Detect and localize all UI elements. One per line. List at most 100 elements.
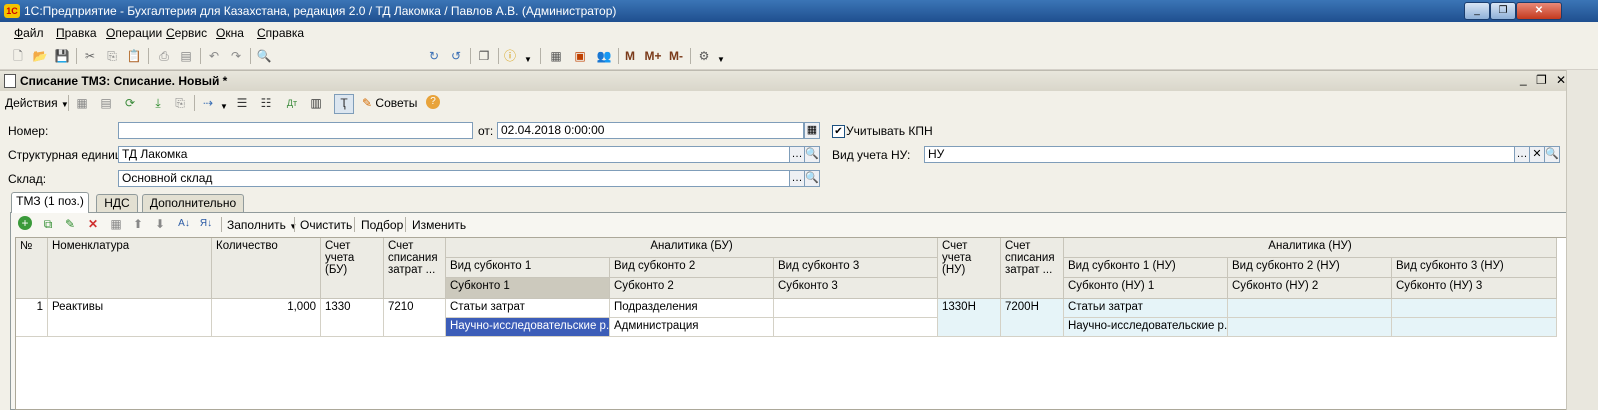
copy-doc-icon[interactable]: ⎘ (172, 95, 188, 111)
warehouse-select-button[interactable]: … (789, 170, 805, 187)
col-header-writeoff-bu[interactable]: Счет списания затрат ... (384, 238, 446, 299)
preview-icon[interactable]: ▤ (178, 48, 194, 64)
cell-subkonto-kind-nu-3[interactable] (1392, 299, 1557, 318)
col-header-analytics-bu[interactable]: Аналитика (БУ) (446, 238, 938, 258)
delete-row-icon[interactable]: ✕ (85, 216, 101, 232)
memory-minus-button[interactable]: M- (666, 48, 686, 64)
post-close-icon[interactable]: ▦ (74, 95, 90, 111)
tab-additional[interactable]: Дополнительно (142, 194, 244, 212)
cell-nomenclature[interactable]: Реактивы (48, 299, 212, 337)
cut-icon[interactable]: ✂ (82, 48, 98, 64)
info-icon[interactable]: ⓘ (502, 48, 518, 64)
col-header-subkonto-kind-nu-3[interactable]: Вид субконто 3 (НУ) (1392, 258, 1557, 278)
users-icon[interactable]: 👥 (596, 48, 612, 64)
cell-subkonto-kind-1[interactable]: Статьи затрат (446, 299, 610, 318)
menu-help[interactable]: Справка (257, 26, 304, 40)
edit-row-icon[interactable]: ✎ (62, 216, 78, 232)
tab-nds[interactable]: НДС (96, 194, 138, 212)
chevron-down-icon[interactable]: ▼ (216, 99, 232, 115)
col-header-nomenclature[interactable]: Номенклатура (48, 238, 212, 299)
cell-subkonto-2[interactable]: Администрация (610, 318, 774, 337)
col-header-subkonto-kind-nu-1[interactable]: Вид субконто 1 (НУ) (1064, 258, 1228, 278)
menu-operations[interactable]: Операции (106, 26, 162, 40)
tab-tmz[interactable]: ТМЗ (1 поз.) (11, 192, 89, 213)
col-header-subkonto-nu-1[interactable]: Субконто (НУ) 1 (1064, 278, 1228, 299)
unit-select-button[interactable]: … (789, 146, 805, 163)
search-prev-icon[interactable]: ↺ (448, 48, 464, 64)
save-icon[interactable]: 💾 (54, 48, 70, 64)
undo-icon[interactable]: ↶ (206, 48, 222, 64)
col-header-account-nu[interactable]: Счет учета (НУ) (938, 238, 1001, 299)
cell-subkonto-kind-2[interactable]: Подразделения (610, 299, 774, 318)
col-header-writeoff-nu[interactable]: Счет списания затрат ... (1001, 238, 1064, 299)
move-up-icon[interactable]: ⬆ (130, 216, 146, 232)
go-to-icon[interactable]: ⇢ (200, 95, 216, 111)
col-header-quantity[interactable]: Количество (212, 238, 321, 299)
calendar-button[interactable]: ▦ (804, 122, 820, 139)
redo-icon[interactable]: ↷ (228, 48, 244, 64)
col-header-subkonto-nu-3[interactable]: Субконто (НУ) 3 (1392, 278, 1557, 299)
settings-icon[interactable]: ⚙ (696, 48, 712, 64)
unit-search-icon[interactable]: 🔍 (804, 146, 820, 163)
col-header-num[interactable]: № (16, 238, 48, 299)
cell-subkonto-nu-3[interactable] (1392, 318, 1557, 337)
actions-menu-button[interactable]: Действия ▼ (5, 96, 69, 110)
clear-button[interactable]: Очистить (300, 218, 352, 232)
change-button[interactable]: Изменить (412, 218, 466, 232)
col-header-subkonto-kind-nu-2[interactable]: Вид субконто 2 (НУ) (1228, 258, 1392, 278)
warehouse-input[interactable]: Основной склад (118, 170, 790, 187)
tt-toggle-icon[interactable]: Ҭ (334, 94, 354, 114)
cell-subkonto-nu-1[interactable]: Научно-исследовательские р... (1064, 318, 1228, 337)
calculator-icon[interactable]: ▦ (548, 48, 564, 64)
end-edit-icon[interactable]: ▦ (108, 216, 124, 232)
search-next-icon[interactable]: ↻ (426, 48, 442, 64)
cell-quantity[interactable]: 1,000 (212, 299, 321, 337)
menu-service[interactable]: Сервис (166, 26, 207, 40)
menu-file[interactable]: Файл (14, 26, 44, 40)
kpn-checkbox[interactable]: ✔ (832, 125, 845, 138)
col-header-account-bu[interactable]: Счет учета (БУ) (321, 238, 384, 299)
refresh-icon[interactable]: ⟳ (122, 95, 138, 111)
col-header-subkonto-nu-2[interactable]: Субконто (НУ) 2 (1228, 278, 1392, 299)
move-down-icon[interactable]: ⬇ (152, 216, 168, 232)
list-icon[interactable]: ☰ (234, 95, 250, 111)
date-input[interactable]: 02.04.2018 0:00:00 (497, 122, 804, 139)
sort-asc-icon[interactable]: A↓ (176, 216, 192, 232)
cell-writeoff-bu[interactable]: 7210 (384, 299, 446, 337)
help-icon[interactable]: ? (426, 95, 440, 109)
restore-button[interactable]: ❐ (1490, 2, 1516, 20)
col-header-analytics-nu[interactable]: Аналитика (НУ) (1064, 238, 1557, 258)
nu-input[interactable]: НУ (924, 146, 1515, 163)
windows-icon[interactable]: ❐ (476, 48, 492, 64)
tips-button[interactable]: ✎ Советы (362, 96, 417, 110)
structure-icon[interactable]: ☷ (258, 95, 274, 111)
cell-subkonto-kind-nu-2[interactable] (1228, 299, 1392, 318)
pick-button[interactable]: Подбор (361, 218, 403, 232)
doc-close-icon[interactable]: ✕ (1556, 73, 1566, 87)
nu-clear-button[interactable]: ✕ (1529, 146, 1545, 163)
cell-subkonto-nu-2[interactable] (1228, 318, 1392, 337)
number-input[interactable] (118, 122, 473, 139)
cell-subkonto-kind-3[interactable] (774, 299, 938, 318)
cell-subkonto-1[interactable]: Научно-исследовательские р... (446, 318, 610, 337)
fill-menu-button[interactable]: Заполнить ▼ (227, 218, 297, 232)
col-header-subkonto-1[interactable]: Субконто 1 (446, 278, 610, 299)
cell-account-bu[interactable]: 1330 (321, 299, 384, 337)
cell-account-nu[interactable]: 1330Н (938, 299, 1001, 337)
cell-subkonto-3[interactable] (774, 318, 938, 337)
open-folder-icon[interactable]: 📂 (32, 48, 48, 64)
memory-button[interactable]: M (622, 48, 638, 64)
col-header-subkonto-kind-1[interactable]: Вид субконто 1 (446, 258, 610, 278)
copy-row-icon[interactable]: ⧉ (40, 216, 56, 232)
cell-num[interactable]: 1 (16, 299, 48, 337)
memory-plus-button[interactable]: M+ (642, 48, 664, 64)
fill-icon[interactable]: ⤓ (150, 95, 166, 111)
new-document-icon[interactable]: 🗋 (10, 48, 26, 64)
print-icon[interactable]: ⎙ (156, 48, 172, 64)
warehouse-search-icon[interactable]: 🔍 (804, 170, 820, 187)
debit-credit-icon[interactable]: Дт (284, 95, 300, 111)
post-icon[interactable]: ▤ (98, 95, 114, 111)
paste-icon[interactable]: 📋 (126, 48, 142, 64)
chevron-down-icon[interactable]: ▼ (713, 52, 729, 68)
close-window-button[interactable]: ✕ (1516, 2, 1562, 20)
